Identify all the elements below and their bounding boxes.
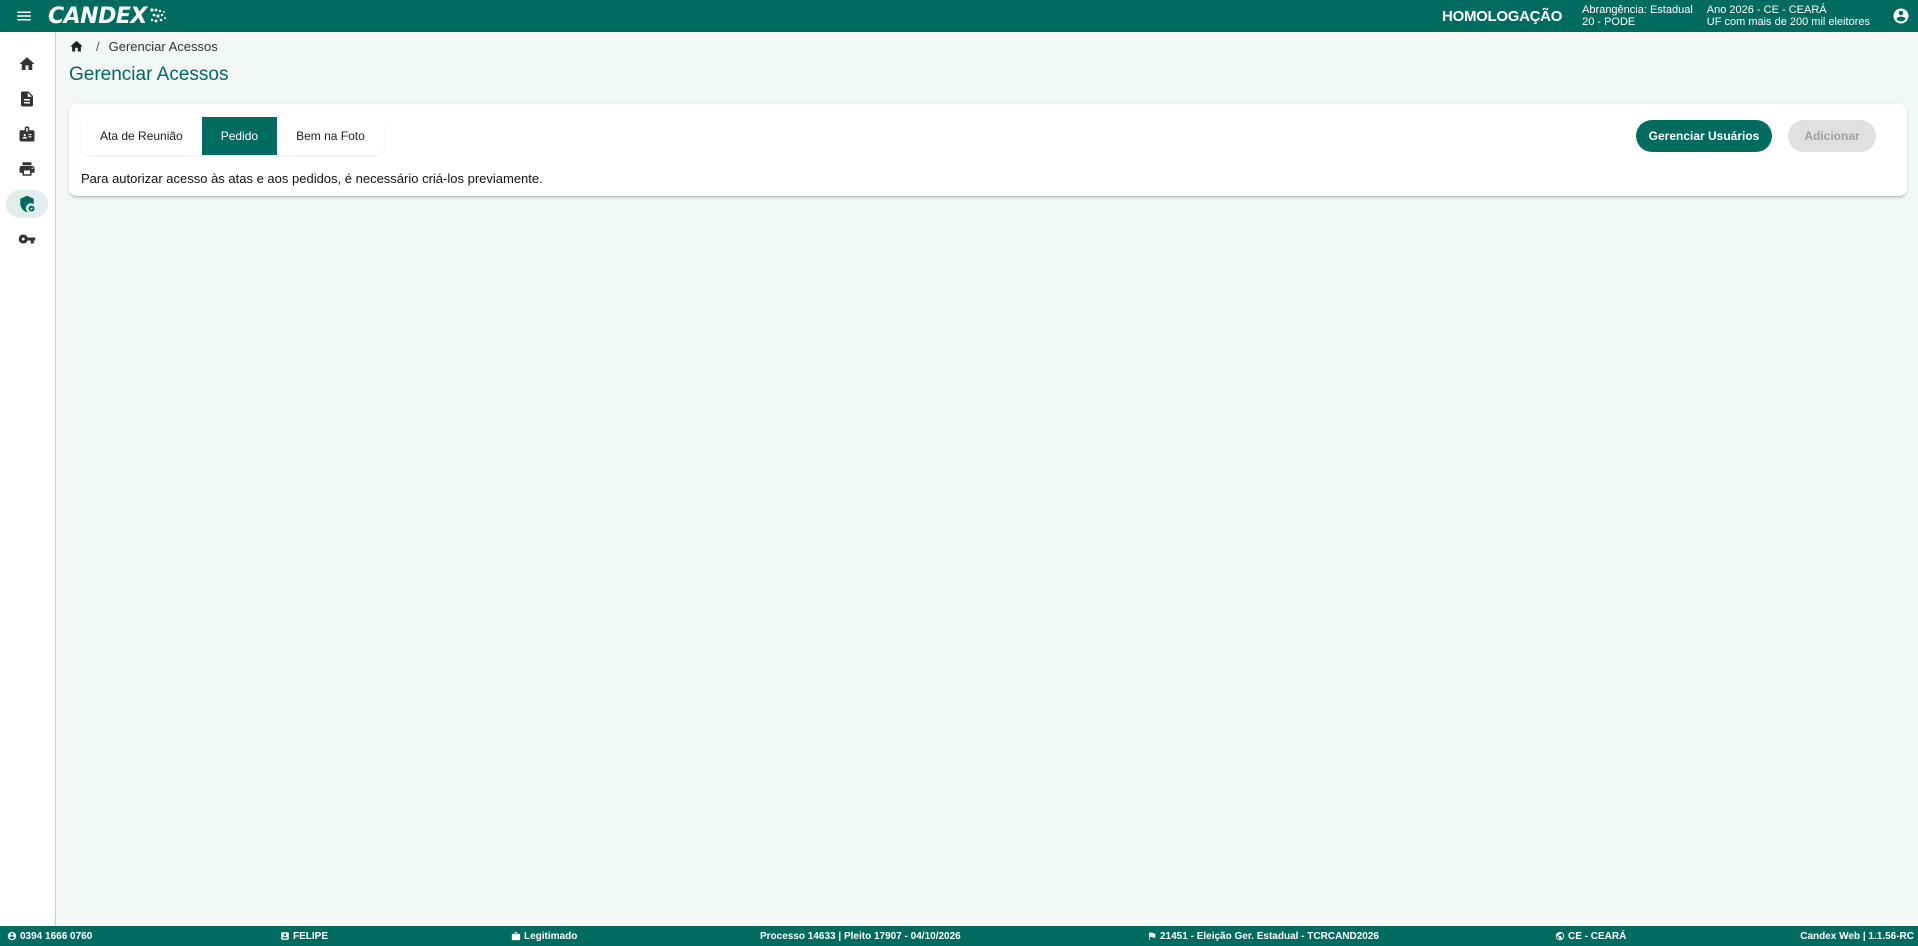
key-icon (18, 234, 36, 244)
footer-user-text: FELIPE (293, 930, 329, 942)
menu-icon[interactable] (0, 0, 48, 32)
footer-version: Candex Web | 1.1.56-RC (1800, 926, 1914, 946)
document-icon (21, 91, 33, 107)
sidebar-item-print[interactable] (6, 155, 48, 183)
account-circle-icon (7, 931, 17, 941)
footer-phone-text: 0394 1666 0760 (20, 930, 93, 942)
year-line-2: UF com mais de 200 mil eleitores (1706, 16, 1870, 28)
breadcrumb: / Gerenciar Acessos (69, 37, 218, 55)
flag-icon (1149, 932, 1156, 940)
account-circle-icon[interactable] (1884, 0, 1918, 32)
breadcrumb-separator: / (96, 38, 100, 54)
security-icon (20, 195, 35, 213)
footer-process-text: Processo 14633 | Pleito 17907 - 04/10/20… (760, 930, 961, 942)
footer-user: FELIPE (280, 926, 328, 946)
contact-icon (281, 932, 289, 940)
globe-icon (1555, 931, 1565, 941)
environment-label: HOMOLOGAÇÃO (1442, 7, 1563, 25)
manage-users-button[interactable]: Gerenciar Usuários (1636, 120, 1772, 152)
year-info: Ano 2026 - CE - CEARÁ UF com mais de 200… (1707, 4, 1870, 28)
badge-icon (511, 931, 521, 941)
footer-phone: 0394 1666 0760 (7, 926, 92, 946)
access-card: Ata de Reunião Pedido Bem na Foto Gerenc… (69, 104, 1907, 197)
sidebar-item-documents[interactable] (6, 85, 48, 113)
footer-election-text: 21451 - Eleição Ger. Estadual - TCRCAND2… (1160, 930, 1379, 942)
print-icon (19, 162, 35, 176)
breadcrumb-home-icon[interactable] (69, 39, 84, 54)
sidebar-item-access[interactable] (6, 190, 48, 218)
sidebar (0, 32, 56, 926)
info-message: Para autorizar acesso às atas e aos pedi… (81, 171, 543, 186)
footer-status: Legitimado (511, 926, 577, 946)
footer-status-text: Legitimado (524, 930, 578, 942)
footer-state: CE - CEARÁ (1555, 926, 1626, 946)
sidebar-item-key[interactable] (6, 225, 48, 253)
scope-info: Abrangência: Estadual 20 - PODE (1582, 4, 1693, 28)
scope-line-2: 20 - PODE (1582, 16, 1636, 28)
sidebar-item-badge[interactable] (6, 120, 48, 148)
logo-text: CANDEX (48, 3, 147, 29)
sidebar-item-home[interactable] (6, 50, 48, 78)
tab-pedido[interactable]: Pedido (201, 117, 278, 155)
tab-group: Ata de Reunião Pedido Bem na Foto (81, 117, 384, 155)
footer-election: 21451 - Eleição Ger. Estadual - TCRCAND2… (1147, 926, 1379, 946)
footer-version-text: Candex Web | 1.1.56-RC (1800, 930, 1914, 942)
breadcrumb-current: Gerenciar Acessos (108, 38, 218, 54)
footer-state-text: CE - CEARÁ (1568, 930, 1627, 942)
tab-bem-na-foto[interactable]: Bem na Foto (277, 117, 384, 155)
top-app-bar: CANDEX HOMOLOGAÇÃO Abrangência: Estadual… (0, 0, 1918, 32)
candex-logo[interactable]: CANDEX (48, 4, 169, 29)
status-footer: 0394 1666 0760 FELIPE Legitimado Process… (0, 926, 1918, 946)
tab-ata-de-reuniao[interactable]: Ata de Reunião (81, 117, 202, 155)
logo-mark-icon (150, 8, 166, 23)
page-title: Gerenciar Acessos (69, 64, 229, 85)
scope-line-1: Abrangência: Estadual (1582, 4, 1693, 16)
year-line-1: Ano 2026 - CE - CEARÁ (1706, 4, 1827, 16)
badge-icon (19, 126, 35, 142)
footer-process: Processo 14633 | Pleito 17907 - 04/10/20… (760, 926, 961, 946)
home-icon (19, 57, 35, 70)
add-button[interactable]: Adicionar (1788, 120, 1876, 152)
